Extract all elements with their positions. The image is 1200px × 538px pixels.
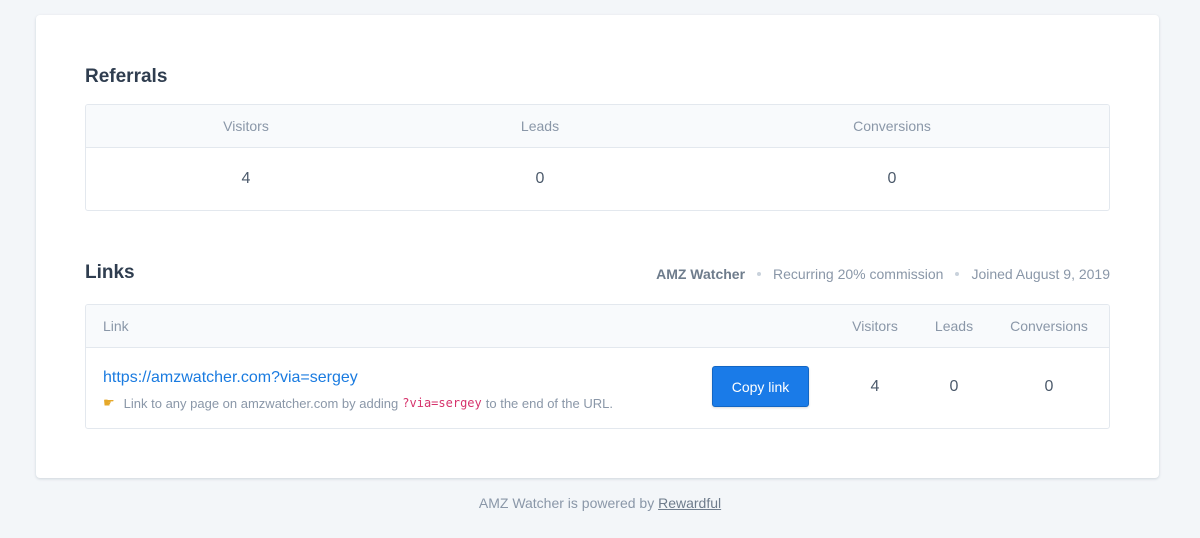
visitors-label: Visitors xyxy=(223,118,269,134)
rewardful-link[interactable]: Rewardful xyxy=(658,495,721,511)
leads-count: 0 xyxy=(535,170,545,187)
referrals-stats-values: 4 0 0 xyxy=(86,148,1109,210)
link-conversions-count: 0 xyxy=(1044,378,1054,395)
main-card: Referrals Visitors Leads Conversions 4 0… xyxy=(36,15,1159,478)
conversions-label: Conversions xyxy=(853,118,931,134)
campaign-name: AMZ Watcher xyxy=(656,266,746,282)
links-title: Links xyxy=(85,262,135,283)
visitors-column-header: Visitors xyxy=(852,318,898,334)
conversions-count: 0 xyxy=(887,170,897,187)
commission-info: Recurring 20% commission xyxy=(773,266,944,282)
referrals-title: Referrals xyxy=(85,66,168,87)
pointing-hand-icon: ☛ xyxy=(103,395,115,410)
table-row: https://amzwatcher.com?via=sergey ☛ Link… xyxy=(86,348,1109,428)
link-hint: ☛ Link to any page on amzwatcher.com by … xyxy=(103,395,613,411)
leads-label: Leads xyxy=(520,118,560,134)
link-leads-count: 0 xyxy=(949,378,959,395)
link-visitors-count: 4 xyxy=(870,378,880,395)
separator-dot xyxy=(955,272,960,276)
hint-suffix: to the end of the URL. xyxy=(485,395,613,411)
links-table: Link Visitors Leads Conversions https://… xyxy=(85,304,1110,429)
hint-prefix: Link to any page on amzwatcher.com by ad… xyxy=(123,395,399,411)
footer: AMZ Watcher is powered by Rewardful xyxy=(0,495,1200,511)
referral-link[interactable]: https://amzwatcher.com?via=sergey xyxy=(103,369,358,387)
leads-column-header: Leads xyxy=(934,318,974,334)
separator-dot xyxy=(757,272,762,276)
copy-link-button[interactable]: Copy link xyxy=(712,366,809,407)
affiliate-meta: AMZ Watcher Recurring 20% commission Joi… xyxy=(656,266,1110,282)
referrals-stats: Visitors Leads Conversions 4 0 0 xyxy=(85,104,1110,211)
link-column-header: Link xyxy=(103,318,129,334)
via-param-code: ?via=sergey xyxy=(402,396,482,410)
conversions-column-header: Conversions xyxy=(1010,318,1088,334)
links-table-header: Link Visitors Leads Conversions xyxy=(86,305,1109,348)
referrals-stats-header: Visitors Leads Conversions xyxy=(86,105,1109,148)
footer-text: AMZ Watcher is powered by xyxy=(478,495,655,511)
joined-date: Joined August 9, 2019 xyxy=(971,266,1110,282)
visitors-count: 4 xyxy=(241,170,251,187)
